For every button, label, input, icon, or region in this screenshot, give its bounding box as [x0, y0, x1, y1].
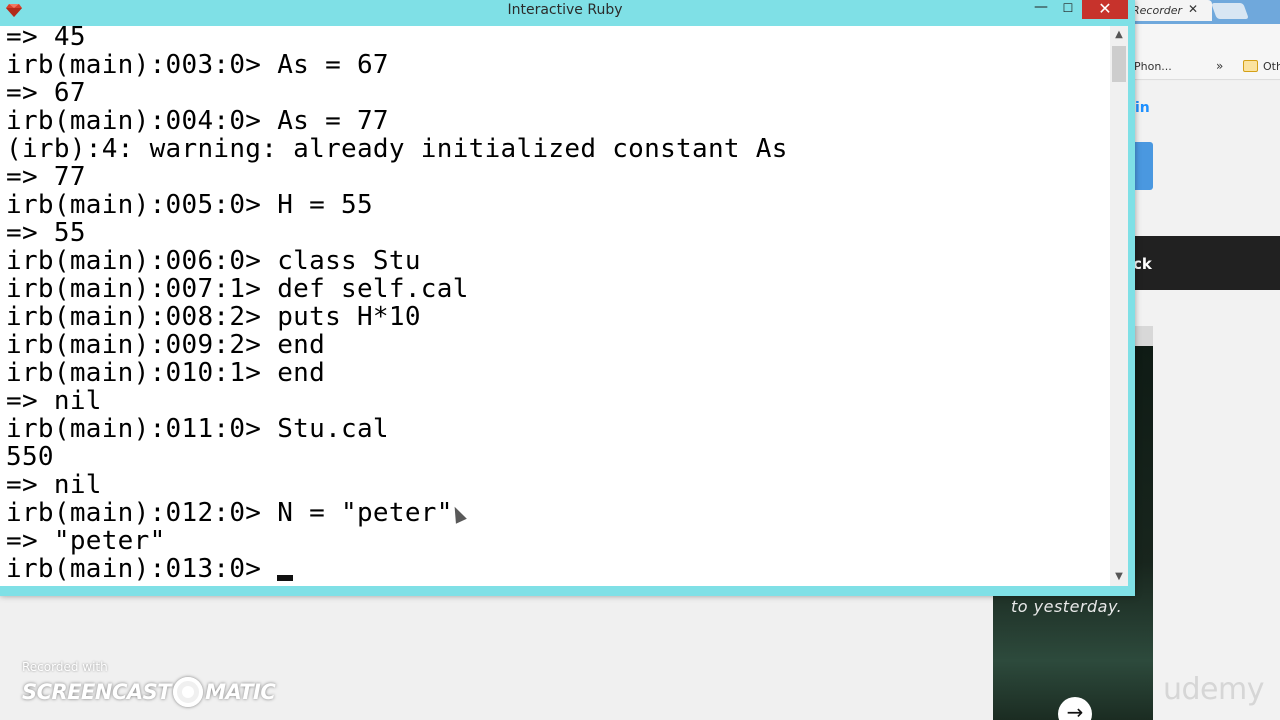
folder-icon: [1243, 60, 1258, 72]
irb-window: Interactive Ruby — ☐ ✕ => 45 irb(main):0…: [0, 0, 1135, 596]
console-line: => 55: [6, 218, 86, 248]
console-line: => 67: [6, 78, 86, 108]
minimize-button[interactable]: —: [1028, 0, 1054, 20]
watermark-logo-left: SCREENCAST: [22, 680, 172, 704]
video-caption: to yesterday.: [1011, 597, 1123, 616]
console-line: irb(main):008:2> puts H*10: [6, 302, 421, 332]
console-line: => 77: [6, 162, 86, 192]
window-title: Interactive Ruby: [507, 2, 623, 18]
console-line: (irb):4: warning: already initialized co…: [6, 134, 788, 164]
console-lines: => 45 irb(main):003:0> As = 67 => 67 irb…: [6, 26, 788, 583]
scroll-down-arrow-icon[interactable]: ▼: [1110, 568, 1128, 586]
bookmarks-bar: Phon... » Oth: [1128, 54, 1280, 80]
bookmark-folder-other[interactable]: Oth: [1263, 60, 1280, 73]
record-circle-icon: [173, 677, 204, 707]
watermark-recorded-with: Recorded with: [22, 660, 108, 674]
vertical-scrollbar[interactable]: ▲ ▼: [1110, 26, 1128, 586]
console-line: irb(main):009:2> end: [6, 330, 326, 360]
console-line: irb(main):012:0> N = "peter": [6, 498, 453, 528]
console-line: 550: [6, 442, 54, 472]
console-prompt-line[interactable]: irb(main):013:0>: [6, 555, 788, 583]
watermark-logo-right: MATIC: [205, 680, 276, 704]
window-titlebar[interactable]: Interactive Ruby — ☐ ✕: [0, 0, 1135, 26]
console-line: => nil: [6, 470, 102, 500]
scroll-up-arrow-icon[interactable]: ▲: [1110, 26, 1128, 44]
console-line: irb(main):006:0> class Stu: [6, 246, 421, 276]
browser-tab-label: Recorder: [1132, 4, 1182, 17]
screencast-o-matic-logo: SCREENCAST MATIC: [22, 676, 276, 708]
console-line: => nil: [6, 386, 102, 416]
console-prompt: irb(main):013:0>: [6, 554, 278, 584]
console-line: irb(main):010:1> end: [6, 358, 326, 388]
console-output[interactable]: => 45 irb(main):003:0> As = 67 => 67 irb…: [0, 26, 1110, 586]
console-line: => "peter": [6, 526, 166, 556]
tab-close-icon[interactable]: ✕: [1188, 2, 1198, 16]
console-line: irb(main):003:0> As = 67: [6, 50, 389, 80]
maximize-button[interactable]: ☐: [1055, 0, 1081, 20]
text-cursor: [277, 575, 294, 581]
udemy-logo: udemy: [1163, 672, 1265, 707]
console-line: irb(main):004:0> As = 77: [6, 106, 389, 136]
console-line: irb(main):011:0> Stu.cal: [6, 414, 389, 444]
bookmarks-overflow-button[interactable]: »: [1216, 59, 1223, 73]
bookmark-item[interactable]: Phon...: [1134, 60, 1172, 73]
new-tab-button[interactable]: [1211, 3, 1249, 19]
browser-tab[interactable]: Recorder: [1128, 0, 1212, 21]
close-button[interactable]: ✕: [1082, 0, 1128, 19]
browser-toolbar: [1128, 24, 1280, 54]
console-line: => 45: [6, 26, 86, 52]
page-link[interactable]: in: [1135, 100, 1150, 116]
console-line: irb(main):007:1> def self.cal: [6, 274, 469, 304]
console-line: irb(main):005:0> H = 55: [6, 190, 373, 220]
page-banner-text: ck: [1133, 255, 1152, 273]
scroll-thumb[interactable]: [1112, 46, 1126, 82]
